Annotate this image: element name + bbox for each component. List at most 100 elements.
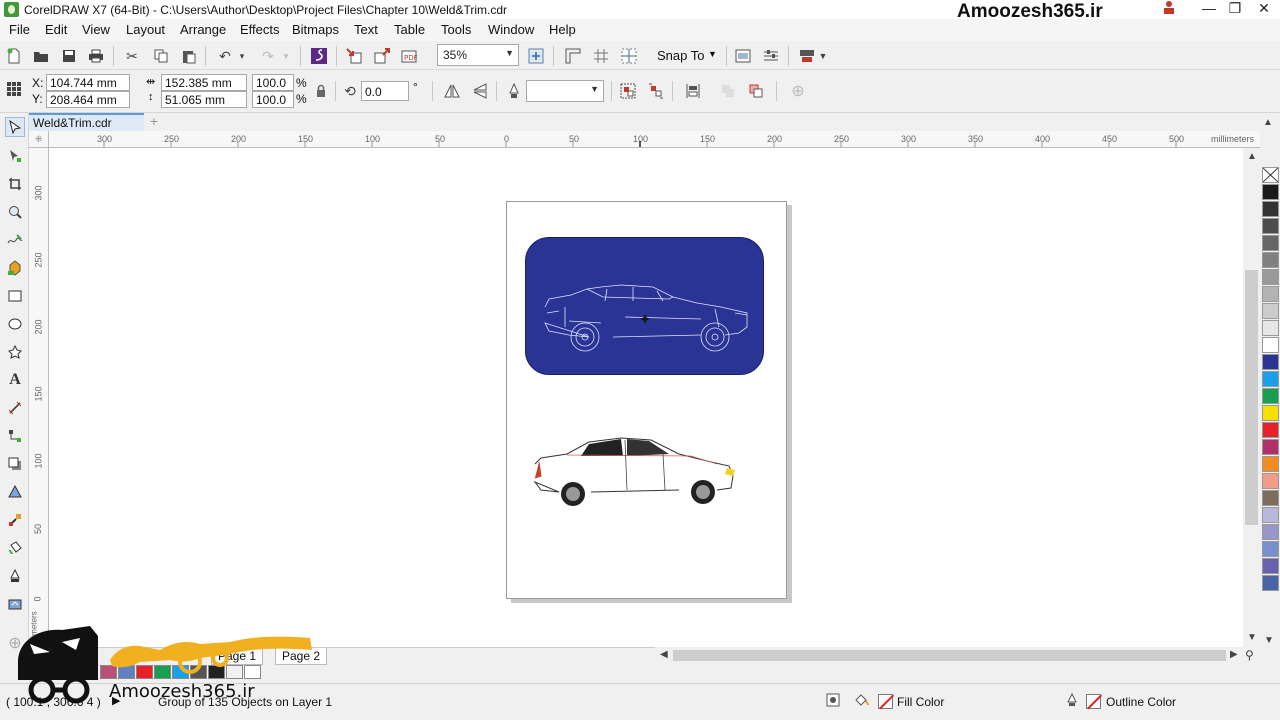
palette-swatch[interactable] <box>1262 439 1279 455</box>
palette-swatch[interactable] <box>1262 235 1279 251</box>
align-distribute-icon[interactable] <box>683 81 703 101</box>
search-content-icon[interactable] <box>309 46 329 66</box>
palette-swatch[interactable] <box>1262 371 1279 387</box>
zoom-navigator-icon[interactable]: ⚲ <box>1245 648 1254 662</box>
fill-color-swatch[interactable] <box>878 694 893 709</box>
vertical-ruler[interactable]: 300 250 200 150 100 50 0 millimeters <box>29 148 49 648</box>
trim-icon[interactable] <box>746 81 766 101</box>
menu-window[interactable]: Window <box>488 22 534 37</box>
menu-layout[interactable]: Layout <box>126 22 165 37</box>
restore-icon[interactable]: ❐ <box>1222 0 1248 18</box>
cut-icon[interactable]: ✂ <box>122 46 142 66</box>
horizontal-scrollbar[interactable]: ◀ ▶ ⚲ <box>655 647 1260 664</box>
mirror-vertical-icon[interactable] <box>470 81 490 101</box>
vertical-scrollbar[interactable]: ▲ ▼ <box>1243 148 1260 647</box>
publish-pdf-icon[interactable]: PDF <box>400 46 420 66</box>
palette-swatch[interactable] <box>1262 524 1279 540</box>
palette-swatch[interactable] <box>1262 405 1279 421</box>
ellipse-tool-icon[interactable] <box>5 314 25 334</box>
palette-swatch[interactable] <box>1262 286 1279 302</box>
palette-swatch[interactable] <box>1262 337 1279 353</box>
scale-height-input[interactable]: 100.0 <box>252 91 294 108</box>
crop-tool-icon[interactable] <box>5 174 25 194</box>
scale-width-input[interactable]: 100.0 <box>252 74 294 91</box>
palette-swatch[interactable] <box>1262 558 1279 574</box>
y-position-input[interactable]: 208.464 mm <box>46 91 130 108</box>
palette-swatch[interactable] <box>1262 303 1279 319</box>
application-launcher-icon[interactable] <box>797 46 817 66</box>
vertical-scroll-thumb[interactable] <box>1245 270 1258 525</box>
open-folder-icon[interactable] <box>31 46 51 66</box>
object-height-input[interactable]: 51.065 mm <box>161 91 247 108</box>
add-preset-icon[interactable]: ⊕ <box>788 81 808 101</box>
menu-edit[interactable]: Edit <box>45 22 67 37</box>
menu-effects[interactable]: Effects <box>240 22 280 37</box>
palette-swatch[interactable] <box>1262 388 1279 404</box>
user-icon[interactable] <box>1156 0 1182 18</box>
scroll-down-icon[interactable]: ▼ <box>1247 632 1257 643</box>
palette-scroll-down-icon[interactable]: ▼ <box>1264 635 1274 646</box>
palette-swatch[interactable] <box>1262 218 1279 234</box>
text-tool-icon[interactable]: A <box>5 370 25 390</box>
palette-scroll-up-icon[interactable]: ▲ <box>1263 117 1273 128</box>
drop-shadow-tool-icon[interactable] <box>5 454 25 474</box>
colored-car-drawing[interactable] <box>531 432 741 512</box>
menu-tools[interactable]: Tools <box>441 22 471 37</box>
menu-file[interactable]: File <box>9 22 30 37</box>
menu-view[interactable]: View <box>82 22 110 37</box>
pick-tool-icon[interactable] <box>5 117 25 137</box>
add-tab-button[interactable]: + <box>146 113 162 131</box>
show-grid-icon[interactable] <box>591 46 611 66</box>
full-screen-preview-icon[interactable] <box>526 46 546 66</box>
scroll-right-icon[interactable]: ▶ <box>1230 649 1238 660</box>
snap-to-chevron-down-icon[interactable]: ▼ <box>708 49 717 59</box>
outline-pen-icon[interactable] <box>504 81 524 101</box>
application-launcher-chevron-down-icon[interactable]: ▼ <box>817 46 829 66</box>
copy-icon[interactable] <box>151 46 171 66</box>
horizontal-ruler[interactable]: 300 250 200 150 100 50 0 50 100 150 200 … <box>49 131 1260 148</box>
no-color-swatch[interactable] <box>1262 167 1279 183</box>
undo-icon[interactable]: ↶ <box>215 46 235 66</box>
connector-tool-icon[interactable] <box>5 426 25 446</box>
snap-to-label[interactable]: Snap To <box>657 48 704 63</box>
import-icon[interactable] <box>344 46 364 66</box>
horizontal-scroll-thumb[interactable] <box>673 650 1226 661</box>
menu-text[interactable]: Text <box>354 22 378 37</box>
interactive-fill-tool-icon[interactable] <box>5 538 25 558</box>
menu-bitmaps[interactable]: Bitmaps <box>292 22 339 37</box>
fill-tool-icon[interactable] <box>5 594 25 614</box>
welcome-screen-icon[interactable] <box>733 46 753 66</box>
undo-dropdown-icon[interactable]: ▾ <box>236 46 248 66</box>
document-page[interactable] <box>506 201 787 599</box>
car-outline-drawing[interactable] <box>525 237 764 375</box>
ungroup-objects-icon[interactable] <box>646 81 666 101</box>
transparency-tool-icon[interactable] <box>5 482 25 502</box>
weld-icon[interactable] <box>718 81 738 101</box>
minimize-icon[interactable]: — <box>1196 0 1222 18</box>
new-document-icon[interactable] <box>4 46 24 66</box>
redo-icon[interactable]: ↷ <box>258 46 278 66</box>
mirror-horizontal-icon[interactable] <box>442 81 462 101</box>
palette-swatch[interactable] <box>1262 354 1279 370</box>
palette-swatch[interactable] <box>1262 422 1279 438</box>
palette-swatch[interactable] <box>1262 201 1279 217</box>
palette-swatch[interactable] <box>1262 541 1279 557</box>
export-icon[interactable] <box>372 46 392 66</box>
show-rulers-icon[interactable] <box>563 46 583 66</box>
palette-swatch[interactable] <box>1262 184 1279 200</box>
shape-tool-icon[interactable] <box>5 146 25 166</box>
palette-swatch[interactable] <box>1262 575 1279 591</box>
zoom-level-select[interactable]: 35% ▼ <box>437 44 519 66</box>
show-guidelines-icon[interactable] <box>619 46 639 66</box>
menu-arrange[interactable]: Arrange <box>180 22 226 37</box>
outline-color-swatch[interactable] <box>1086 694 1101 709</box>
paste-icon[interactable] <box>179 46 199 66</box>
parallel-dimension-tool-icon[interactable] <box>5 398 25 418</box>
palette-swatch[interactable] <box>1262 490 1279 506</box>
ruler-origin[interactable]: ⁜ <box>29 131 49 148</box>
palette-swatch[interactable] <box>1262 320 1279 336</box>
outline-width-select[interactable]: ▼ <box>526 80 604 102</box>
object-origin-icon[interactable] <box>4 79 24 99</box>
object-width-input[interactable]: 152.385 mm <box>161 74 247 91</box>
palette-swatch[interactable] <box>1262 252 1279 268</box>
